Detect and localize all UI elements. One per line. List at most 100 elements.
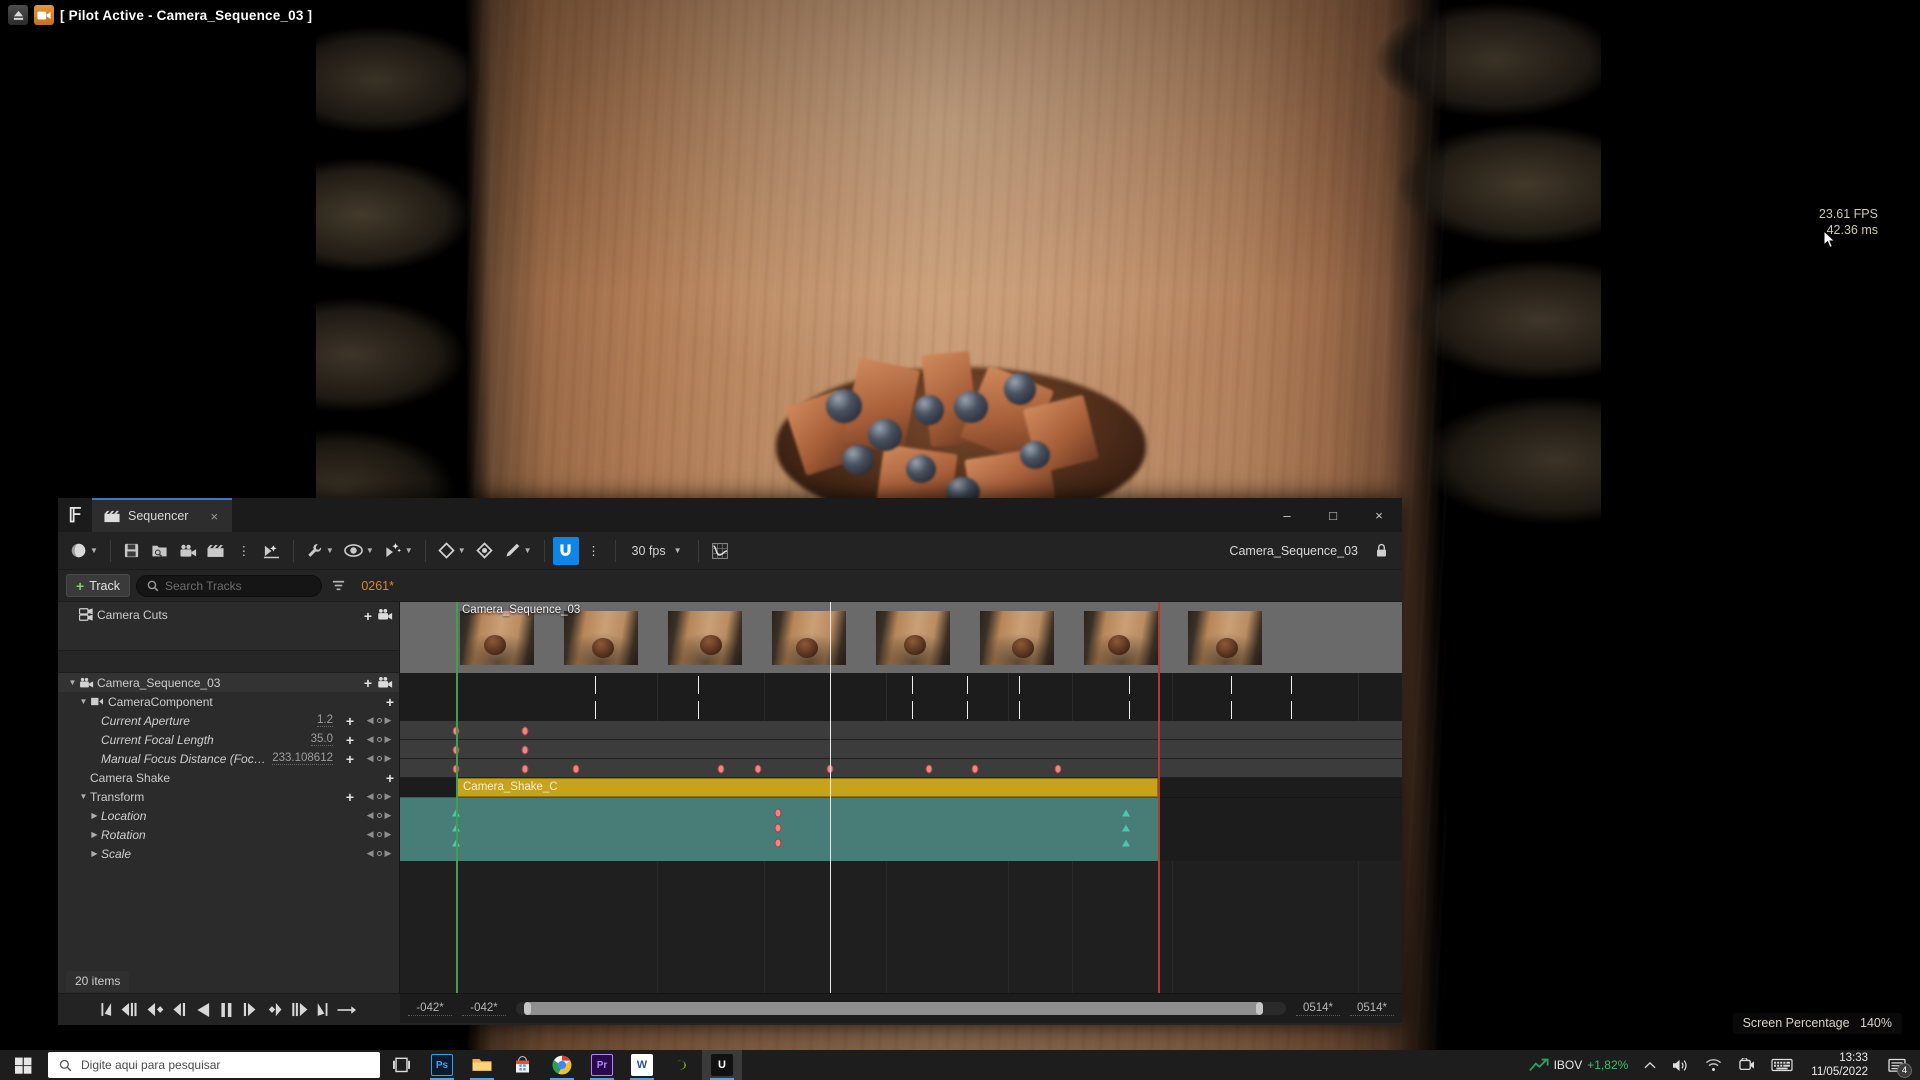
taskbar-app-nvidia-control-panel[interactable]: [662, 1050, 702, 1080]
step-backward-button[interactable]: [171, 1000, 189, 1019]
create-camera-button[interactable]: [175, 537, 201, 565]
playback-range-start-input[interactable]: -042*: [462, 1002, 506, 1016]
range-scrollbar[interactable]: [516, 1002, 1286, 1015]
view-options-button[interactable]: ▼: [340, 537, 378, 565]
camera-cut-markers-lane[interactable]: [400, 673, 1402, 721]
view-range-start-input[interactable]: -042*: [408, 1002, 452, 1016]
camera-picker-button[interactable]: [377, 608, 399, 621]
next-key-arrow-icon[interactable]: ▶: [385, 715, 392, 726]
jump-to-end-button[interactable]: [315, 1000, 330, 1019]
track-row-current-aperture[interactable]: Current Aperture 1.2 + ◀ ▶: [58, 711, 399, 730]
track-row-camera-cuts[interactable]: Camera Cuts +: [58, 602, 399, 650]
add-key-button[interactable]: +: [341, 751, 359, 767]
volume-icon[interactable]: [1666, 1050, 1695, 1080]
find-in-content-browser-button[interactable]: [147, 537, 173, 565]
taskbar-app-microsoft-word[interactable]: W: [622, 1050, 662, 1080]
key-navigation-controls[interactable]: ◀ ▶: [359, 734, 399, 745]
next-key-arrow-icon[interactable]: ▶: [385, 810, 392, 821]
taskbar-search-input[interactable]: Digite aqui para pesquisar: [48, 1052, 380, 1078]
current-frame-value[interactable]: 0261*: [355, 579, 400, 593]
track-row-transform[interactable]: ▼ Transform + ◀ ▶: [58, 787, 399, 806]
taskbar-app-premiere-pro[interactable]: Pr: [582, 1050, 622, 1080]
add-key-dot-icon[interactable]: [376, 756, 382, 761]
camera-cut-thumbnail[interactable]: [1188, 611, 1262, 665]
playback-range-end-input[interactable]: 0514*: [1296, 1002, 1340, 1016]
task-view-icon[interactable]: [380, 1050, 422, 1080]
camera-cut-marker[interactable]: [1129, 701, 1131, 719]
twisty-expanded-icon[interactable]: ▼: [77, 792, 90, 801]
add-key-dot-icon[interactable]: [376, 832, 382, 837]
key-navigation-controls[interactable]: ◀ ▶: [359, 829, 399, 840]
next-key-arrow-icon[interactable]: ▶: [385, 753, 392, 764]
key-navigation-controls[interactable]: ◀ ▶: [359, 791, 399, 802]
close-button[interactable]: ×: [1356, 498, 1402, 532]
twisty-expanded-icon[interactable]: ▼: [66, 678, 79, 687]
search-input[interactable]: Search Tracks: [135, 574, 323, 597]
track-value[interactable]: 1.2: [317, 714, 333, 727]
curve-editor-button[interactable]: [707, 537, 733, 565]
key-navigation-controls[interactable]: ◀ ▶: [359, 848, 399, 859]
camera-picker-button[interactable]: [377, 676, 399, 689]
add-key-button[interactable]: +: [381, 770, 399, 786]
sequencer-window[interactable]: 𝔽 Sequencer × – □ × ▼ ⋮ ▼ ▼ ▼ ▼ ▼ ⋮ 30 f…: [58, 498, 1402, 1025]
step-forward-large-button[interactable]: [289, 1000, 310, 1019]
wifi-icon[interactable]: [1699, 1050, 1728, 1080]
track-outliner[interactable]: Camera Cuts + ▼ Camera_Sequence_03 + ▼ Camer…: [58, 602, 400, 993]
next-key-arrow-icon[interactable]: ▶: [385, 829, 392, 840]
camera-cut-marker[interactable]: [911, 701, 913, 719]
stock-widget[interactable]: IBOV +1,82%: [1523, 1050, 1635, 1080]
add-key-button[interactable]: +: [359, 675, 377, 691]
track-row-manual-focus-distance-focus-set[interactable]: Manual Focus Distance (Focus Set 233.1086…: [58, 749, 399, 768]
toolbar-overflow-button[interactable]: ⋮: [231, 537, 257, 565]
next-key-arrow-icon[interactable]: ▶: [385, 848, 392, 859]
camera-cut-marker[interactable]: [967, 676, 969, 694]
camera-cut-thumbnail[interactable]: [668, 611, 742, 665]
camera-shake-section[interactable]: Camera_Shake_C: [456, 778, 1158, 797]
twisty-collapsed-icon[interactable]: ▶: [88, 830, 101, 839]
framerate-dropdown[interactable]: 30 fps ▼: [624, 538, 690, 564]
search-and-ruler-row[interactable]: + Track Search Tracks 0261* 000000600120…: [58, 570, 1402, 602]
transform-keyframe[interactable]: [774, 808, 782, 818]
keyframe[interactable]: [754, 764, 762, 773]
start-button[interactable]: [0, 1050, 46, 1080]
key-group-button[interactable]: [472, 537, 498, 565]
clock-widget[interactable]: 13:33 11/05/2022: [1803, 1051, 1876, 1079]
add-key-button[interactable]: +: [341, 732, 359, 748]
tab-close-icon[interactable]: ×: [210, 509, 218, 524]
track-value[interactable]: 35.0: [310, 733, 333, 746]
transform-keyframe[interactable]: [774, 823, 782, 833]
save-button[interactable]: [119, 537, 145, 565]
camera-cut-marker[interactable]: [1291, 676, 1293, 694]
keyframe[interactable]: [971, 764, 979, 773]
notification-center-button[interactable]: 4: [1880, 1050, 1914, 1080]
camera-cut-marker[interactable]: [1291, 701, 1293, 719]
play-reverse-button[interactable]: [194, 1000, 213, 1020]
key-navigation-controls[interactable]: ◀ ▶: [359, 715, 399, 726]
keyframe[interactable]: [826, 764, 834, 773]
jump-to-start-button[interactable]: [99, 1000, 114, 1019]
twisty-expanded-icon[interactable]: ▼: [77, 697, 90, 706]
step-backward-large-button[interactable]: [145, 1000, 166, 1019]
add-key-button[interactable]: +: [341, 713, 359, 729]
keyframe[interactable]: [521, 726, 529, 735]
track-row-camera-shake[interactable]: Camera Shake +: [58, 768, 399, 787]
camera-cut-thumbnail[interactable]: [1084, 611, 1158, 665]
actions-button[interactable]: [259, 537, 285, 565]
transform-keyframe[interactable]: [1122, 824, 1131, 832]
taskbar-app-microsoft-store[interactable]: [502, 1050, 542, 1080]
filter-icon[interactable]: [328, 579, 349, 592]
add-camera-cut-button[interactable]: +: [359, 608, 377, 624]
step-to-previous-key-button[interactable]: [119, 1000, 140, 1019]
add-key-button[interactable]: +: [381, 694, 399, 710]
transport-controls[interactable]: [58, 993, 400, 1025]
render-movie-button[interactable]: [203, 537, 229, 565]
previous-key-arrow-icon[interactable]: ◀: [367, 848, 374, 859]
track-row-cameracomponent[interactable]: ▼ CameraComponent +: [58, 692, 399, 711]
key-interpolation-button[interactable]: ▼: [434, 537, 470, 565]
track-row-current-focal-length[interactable]: Current Focal Length 35.0 + ◀ ▶: [58, 730, 399, 749]
chevron-up-icon[interactable]: [1638, 1050, 1662, 1080]
keyframe[interactable]: [521, 745, 529, 754]
track-rows-container[interactable]: ▼ Camera_Sequence_03 + ▼ CameraComponent + Cur…: [58, 673, 399, 863]
camera-cut-marker[interactable]: [1129, 676, 1131, 694]
camera-cut-marker[interactable]: [1018, 701, 1020, 719]
